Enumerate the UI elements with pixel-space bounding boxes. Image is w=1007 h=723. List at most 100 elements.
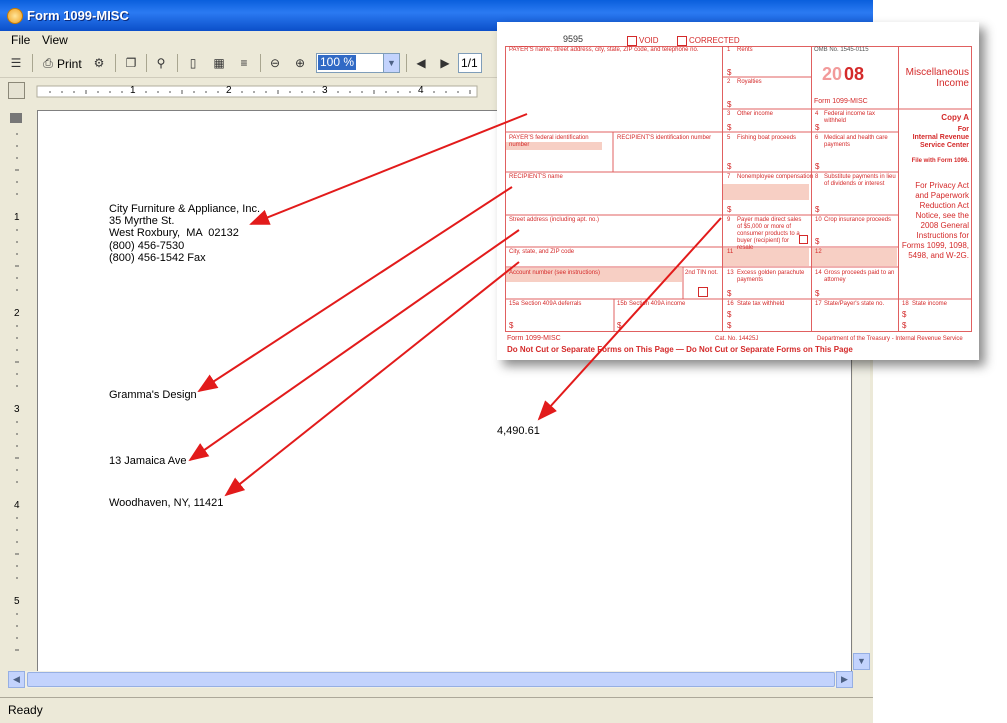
ruler-number: 1 [14, 212, 20, 223]
previous-page-icon[interactable]: ◀ [412, 54, 430, 72]
s409a-income-label: Section 409A income [629, 301, 686, 307]
file-with-label: File with Form 1096. [911, 158, 969, 164]
zoom-select[interactable]: 100 % ▼ [316, 53, 400, 73]
do-not-cut-notice: Do Not Cut or Separate Forms on This Pag… [507, 345, 853, 354]
form-title-2: Income [936, 78, 969, 89]
multi-page-icon[interactable]: ▦ [210, 54, 228, 72]
box-7-num: 7 [727, 174, 731, 180]
form-1099-image: 9595 VOID CORRECTED PAYER'S name, street… [497, 22, 979, 360]
print-button[interactable]: Print [57, 57, 82, 71]
payer-box-label: PAYER'S name, street address, city, stat… [509, 47, 699, 53]
box-5-num: 5 [727, 135, 731, 141]
state-income-label: State income [912, 301, 948, 307]
ruler-number: 4 [418, 85, 424, 96]
zoom-value: 100 % [318, 55, 357, 70]
payer-name: City Furniture & Appliance, Inc. [109, 203, 261, 215]
toolbar-separator [146, 54, 147, 72]
dollar-sign: $ [727, 205, 732, 214]
city-label: City, state, and ZIP code [509, 249, 575, 255]
dollar-sign: $ [727, 289, 732, 298]
irs-label-2: Service Center [919, 142, 969, 149]
zoom-out-icon[interactable]: ⊖ [266, 54, 284, 72]
dollar-sign: $ [727, 321, 732, 330]
shade [812, 248, 897, 266]
form-name-small: Form 1099-MISC [814, 98, 868, 105]
dollar-sign: $ [815, 123, 820, 132]
printer-icon[interactable]: ⎙ [39, 54, 57, 72]
dollar-sign: $ [727, 100, 732, 109]
box-18-num: 18 [902, 301, 909, 307]
scroll-down-button[interactable]: ▼ [853, 653, 870, 670]
zoom-in-icon[interactable]: ⊕ [291, 54, 309, 72]
box-10-num: 10 [815, 217, 822, 223]
menu-view[interactable]: View [42, 33, 68, 47]
copy-icon[interactable]: ❐ [122, 54, 140, 72]
ruler-number: 1 [130, 85, 136, 96]
window-title: Form 1099-MISC [27, 8, 129, 23]
find-icon[interactable]: ⚲ [152, 54, 170, 72]
single-page-icon[interactable]: ▯ [184, 54, 202, 72]
ruler-number: 4 [14, 500, 20, 511]
fishing-label: Fishing boat proceeds [737, 135, 797, 141]
recipient-name: Gramma's Design [109, 389, 197, 401]
nonemployee-label: Nonemployee compensation [737, 174, 814, 180]
page-setup-icon[interactable]: ⚙ [90, 54, 108, 72]
dollar-sign: $ [815, 205, 820, 214]
page-number-input[interactable]: 1/1 [458, 53, 482, 73]
s409a-deferrals-label: Section 409A deferrals [521, 301, 582, 307]
menu-file[interactable]: File [11, 33, 30, 47]
toolbar-separator [115, 54, 116, 72]
box-16-num: 16 [727, 301, 734, 307]
dollar-sign: $ [902, 310, 907, 319]
crop-label: Crop insurance proceeds [824, 217, 892, 223]
payer-fax: (800) 456-1542 Fax [109, 252, 206, 264]
scroll-right-button[interactable]: ▶ [836, 671, 853, 688]
recipient-id-label: RECIPIENT'S identification number [617, 135, 712, 141]
chevron-down-icon[interactable]: ▼ [383, 54, 399, 72]
dollar-sign: $ [727, 162, 732, 171]
continuous-icon[interactable]: ≡ [235, 54, 253, 72]
royalties-label: Royalties [737, 79, 762, 85]
box-6-num: 6 [815, 135, 819, 141]
dept-label: Department of the Treasury - Internal Re… [817, 336, 963, 342]
next-page-icon[interactable]: ▶ [436, 54, 454, 72]
box-4-num: 4 [815, 111, 819, 117]
ruler-number: 3 [14, 404, 20, 415]
horizontal-scrollbar[interactable]: ◀ ▶ [8, 671, 853, 688]
payer-fid-label: PAYER'S federal identification number [509, 135, 589, 148]
account-label: Account number (see instructions) [509, 270, 601, 276]
dollar-sign: $ [727, 68, 732, 77]
box-8-num: 8 [815, 174, 819, 180]
amount-value: 4,490.61 [497, 425, 540, 437]
scroll-thumb[interactable] [27, 672, 835, 687]
dollar-sign: $ [727, 310, 732, 319]
dollar-sign: $ [815, 289, 820, 298]
state-tax-label: State tax withheld [737, 301, 785, 307]
ruler-number: 5 [14, 596, 20, 607]
shade [723, 184, 809, 200]
copy-a-label: Copy A [941, 113, 969, 122]
dollar-sign: $ [902, 321, 907, 330]
dollar-sign: $ [509, 321, 514, 330]
box-2-num: 2 [727, 79, 731, 85]
scroll-left-button[interactable]: ◀ [8, 671, 25, 688]
irs-label-1: Internal Revenue [912, 134, 969, 141]
box-11-num: 11 [727, 249, 734, 255]
recipient-name-label: RECIPIENT'S name [509, 174, 563, 180]
app-icon [7, 8, 23, 24]
fed-tax-label: Federal income tax withheld [824, 111, 876, 124]
box-13-num: 13 [727, 270, 734, 276]
recipient-city: Woodhaven, NY, 11421 [109, 497, 224, 509]
for-label: For [957, 126, 969, 133]
golden-label: Excess golden parachute payments [737, 270, 805, 283]
status-bar: Ready [0, 697, 873, 723]
payer-phone: (800) 456-7530 [109, 240, 185, 252]
box-14-num: 14 [815, 270, 822, 276]
ruler-corner [8, 82, 25, 99]
toc-icon[interactable]: ☰ [7, 54, 25, 72]
recipient-street: 13 Jamaica Ave [109, 455, 187, 467]
toolbar-separator [177, 54, 178, 72]
medical-label: Medical and health care payments [824, 135, 888, 148]
dollar-sign: $ [727, 123, 732, 132]
toolbar-separator [260, 54, 261, 72]
